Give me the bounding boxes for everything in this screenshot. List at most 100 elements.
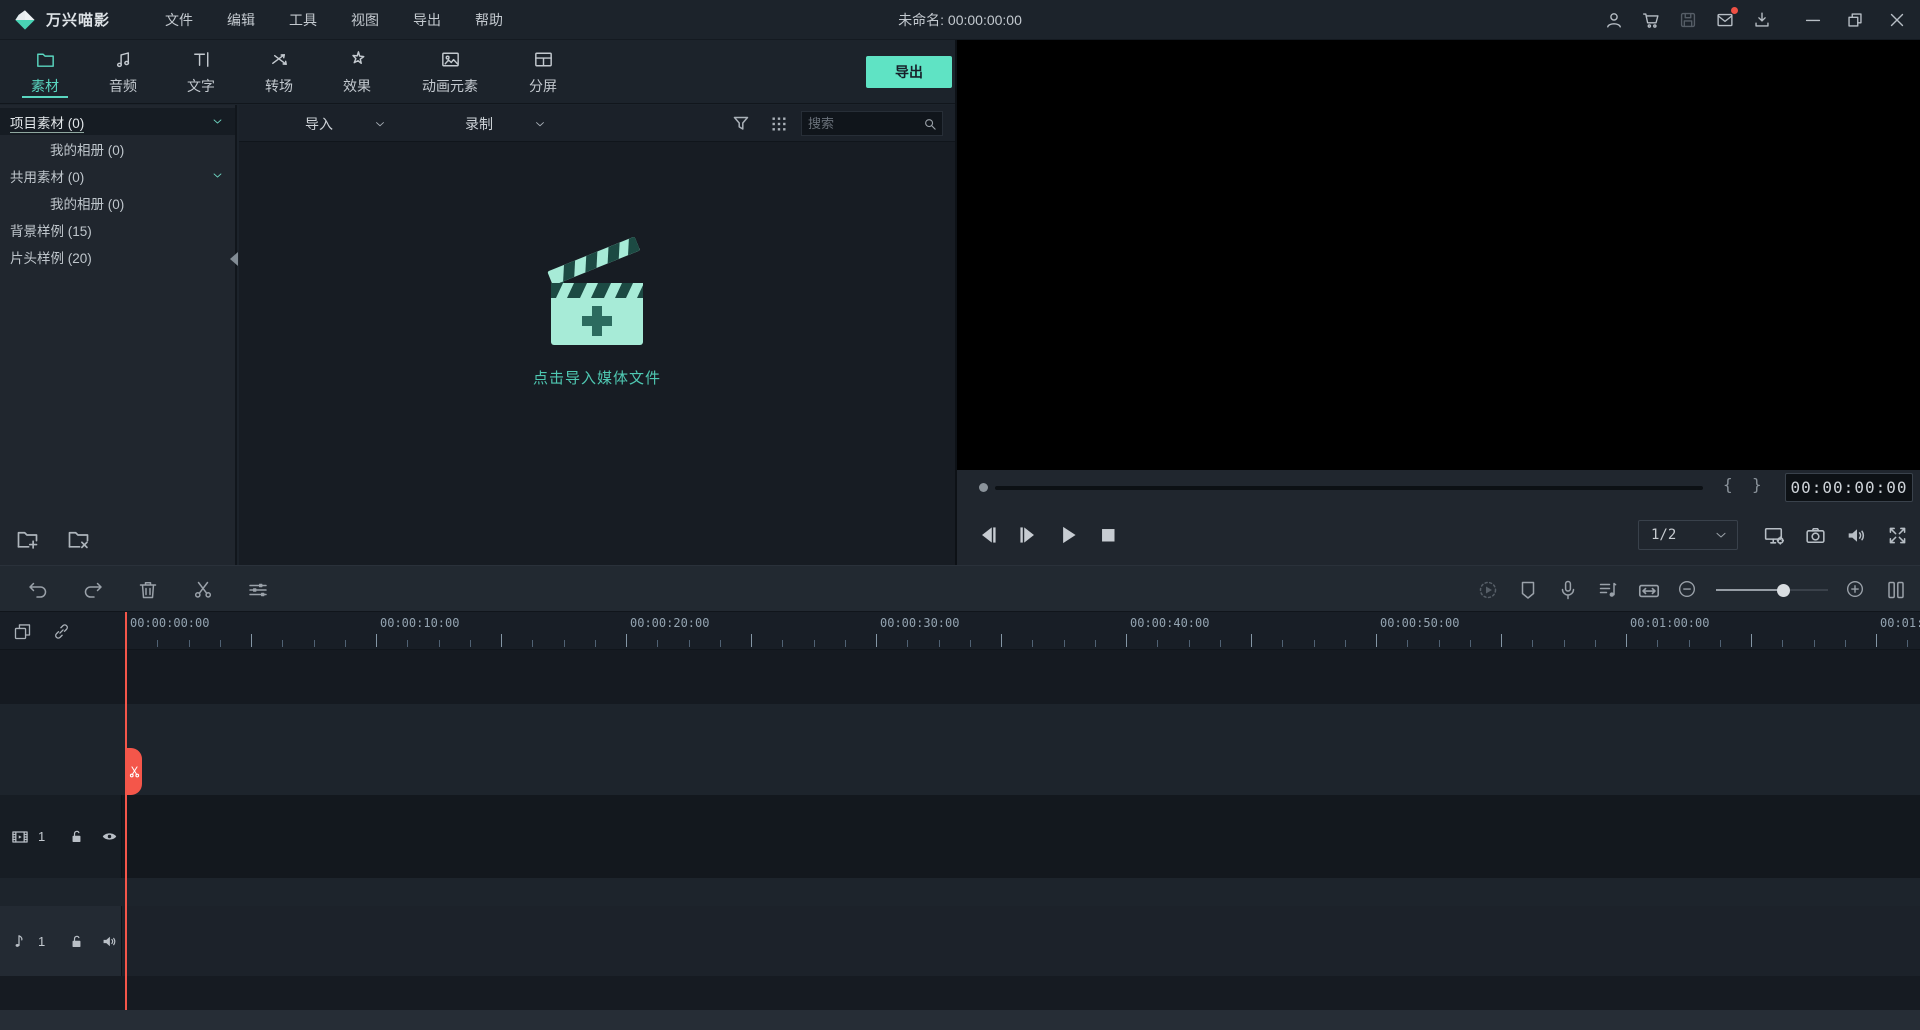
- menu-item-2[interactable]: 工具: [272, 0, 334, 40]
- render-preview-icon[interactable]: [1476, 578, 1500, 602]
- close-icon[interactable]: [1886, 9, 1908, 31]
- import-button[interactable]: 导入: [305, 105, 387, 142]
- ruler-tick: [1876, 634, 1877, 647]
- search-box: [801, 111, 943, 136]
- fullscreen-icon[interactable]: [1885, 523, 1910, 548]
- undo-icon[interactable]: [26, 578, 50, 602]
- zoom-slider[interactable]: [1716, 583, 1828, 597]
- sidebar-item-4[interactable]: 背景样例 (15): [0, 216, 235, 243]
- audio-track-lane[interactable]: 1: [0, 906, 1920, 976]
- next-frame-icon[interactable]: [1015, 522, 1041, 548]
- import-media-dropzone[interactable]: 点击导入媒体文件: [531, 233, 663, 388]
- media-toolbar: 导入 录制: [239, 105, 955, 142]
- link-icon[interactable]: [51, 621, 72, 642]
- eye-icon[interactable]: [100, 827, 119, 846]
- fit-timeline-icon[interactable]: [1636, 578, 1660, 602]
- chevron-down-icon[interactable]: [533, 117, 547, 131]
- add-folder-icon[interactable]: [14, 526, 41, 553]
- filter-icon[interactable]: [729, 112, 753, 136]
- chevron-down-icon[interactable]: [210, 168, 225, 183]
- zoom-slider-track[interactable]: [1716, 588, 1828, 591]
- account-icon[interactable]: [1603, 9, 1625, 31]
- menu-item-3[interactable]: 视图: [334, 0, 396, 40]
- mail-icon[interactable]: [1714, 7, 1738, 31]
- cart-icon[interactable]: [1640, 9, 1662, 31]
- preview-quality-dropdown[interactable]: 1/2: [1638, 520, 1738, 550]
- ruler-tick: [1688, 640, 1690, 647]
- download-icon[interactable]: [1751, 9, 1773, 31]
- seek-bar[interactable]: [995, 486, 1703, 490]
- sidebar-item-0[interactable]: 项目素材 (0): [0, 108, 235, 135]
- search-icon[interactable]: [921, 115, 939, 133]
- playhead-handle[interactable]: [127, 748, 142, 795]
- ruler-label: 00:00:10:00: [380, 616, 460, 630]
- unlock-icon[interactable]: [67, 827, 86, 846]
- ruler-tick: [813, 640, 815, 647]
- timeline-ruler[interactable]: 00:00:00:00 00:00:10:00 00:00:20:00 00:00:3…: [122, 612, 1920, 650]
- ruler-label: 00:00:20:00: [630, 616, 710, 630]
- sidebar-item-5[interactable]: 片头样例 (20): [0, 243, 235, 270]
- timeline-view-tools: [1476, 566, 1908, 613]
- delete-icon[interactable]: [136, 578, 160, 602]
- chevron-down-icon[interactable]: [373, 117, 387, 131]
- sidebar-item-3[interactable]: 我的相册 (0): [0, 189, 235, 216]
- tab-media[interactable]: 素材: [6, 40, 84, 103]
- sidebar-item-label: 背景样例 (15): [10, 224, 92, 240]
- split-scissors-icon[interactable]: [191, 578, 215, 602]
- sidebar-item-2[interactable]: 共用素材 (0): [0, 162, 235, 189]
- save-icon[interactable]: [1677, 9, 1699, 31]
- ruler-tick: [1126, 634, 1127, 647]
- clapperboard-icon: [547, 236, 643, 345]
- grid-view-icon[interactable]: [767, 112, 791, 136]
- collapse-sidebar-icon[interactable]: [230, 252, 238, 266]
- play-icon[interactable]: [1055, 522, 1081, 548]
- snapshot-icon[interactable]: [1803, 523, 1828, 548]
- marker-icon[interactable]: [1516, 578, 1540, 602]
- folder-icon: [34, 48, 57, 71]
- voiceover-mic-icon[interactable]: [1556, 578, 1580, 602]
- restore-icon[interactable]: [1844, 9, 1866, 31]
- redo-icon[interactable]: [81, 578, 105, 602]
- audio-mixer-icon[interactable]: [1596, 578, 1620, 602]
- tab-audio[interactable]: 音频: [84, 40, 162, 103]
- tab-elements[interactable]: 动画元素: [396, 40, 504, 103]
- tab-text[interactable]: 文字: [162, 40, 240, 103]
- speaker-icon[interactable]: [1844, 523, 1869, 548]
- delete-folder-icon[interactable]: [65, 526, 92, 553]
- seek-handle[interactable]: [979, 483, 988, 492]
- unlock-icon[interactable]: [67, 932, 86, 951]
- menu-item-1[interactable]: 编辑: [210, 0, 272, 40]
- display-settings-icon[interactable]: [1762, 523, 1787, 548]
- menu-item-0[interactable]: 文件: [148, 0, 210, 40]
- zoom-slider-handle[interactable]: [1777, 583, 1791, 597]
- timeline-scrollbar-area[interactable]: [0, 1010, 1920, 1030]
- previous-frame-icon[interactable]: [975, 522, 1001, 548]
- tab-split[interactable]: 分屏: [504, 40, 582, 103]
- ruler-tick: [1063, 640, 1065, 647]
- ruler-tick: [594, 640, 596, 647]
- properties-icon[interactable]: [246, 578, 270, 602]
- preview-panel: { } 00:00:00:00 1/2: [957, 40, 1920, 565]
- minimize-icon[interactable]: [1802, 9, 1824, 31]
- ruler-tick: [1782, 640, 1784, 647]
- speaker-icon[interactable]: [100, 932, 119, 951]
- zoom-in-icon[interactable]: [1844, 578, 1868, 602]
- record-button[interactable]: 录制: [465, 105, 547, 142]
- mark-in-button[interactable]: {: [1723, 475, 1733, 494]
- mark-out-button[interactable]: }: [1752, 475, 1762, 494]
- menu-item-5[interactable]: 帮助: [458, 0, 520, 40]
- stop-icon[interactable]: [1095, 522, 1121, 548]
- record-label: 录制: [465, 115, 493, 132]
- search-input[interactable]: [802, 112, 920, 135]
- menu-item-4[interactable]: 导出: [396, 0, 458, 40]
- chevron-down-icon[interactable]: [210, 114, 225, 129]
- tab-label: 动画元素: [422, 77, 478, 94]
- tab-effects[interactable]: 效果: [318, 40, 396, 103]
- track-view-toggle-icon[interactable]: [1884, 578, 1908, 602]
- zoom-out-icon[interactable]: [1676, 578, 1700, 602]
- sidebar-item-1[interactable]: 我的相册 (0): [0, 135, 235, 162]
- track-manager-icon[interactable]: [12, 621, 33, 642]
- tab-transition[interactable]: 转场: [240, 40, 318, 103]
- export-button[interactable]: 导出: [866, 56, 952, 88]
- video-track-lane[interactable]: 1: [0, 795, 1920, 878]
